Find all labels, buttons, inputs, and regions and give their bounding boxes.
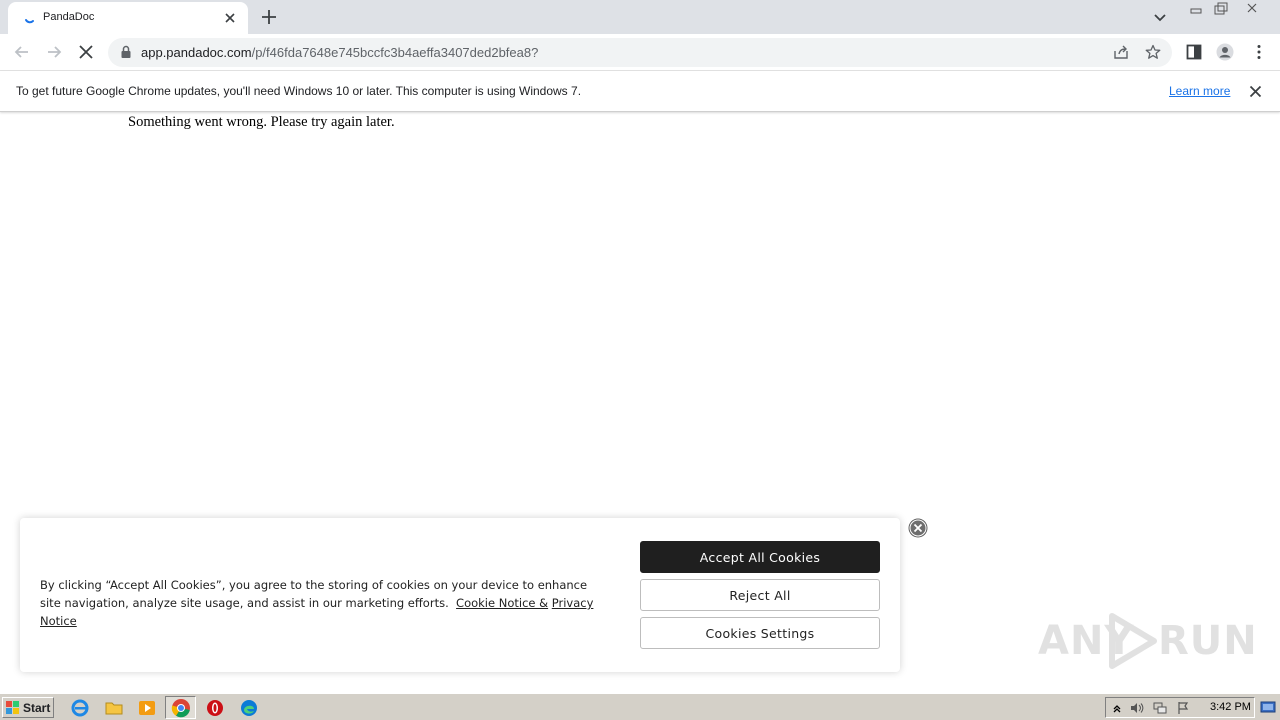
- anyrun-watermark: ANY RUN: [1038, 610, 1257, 670]
- taskbar-clock[interactable]: 3:42 PM: [1210, 701, 1251, 713]
- learn-more-link[interactable]: Learn more: [1169, 84, 1230, 98]
- minimize-icon[interactable]: [1184, 1, 1208, 17]
- loading-spinner-icon: [25, 19, 34, 24]
- action-center-flag-icon[interactable]: [1176, 701, 1190, 715]
- update-infobar: To get future Google Chrome updates, you…: [0, 71, 1280, 112]
- opera-icon[interactable]: [205, 698, 225, 718]
- tab-strip: PandaDoc: [0, 0, 1280, 34]
- lock-icon[interactable]: [120, 45, 132, 59]
- internet-explorer-icon[interactable]: [70, 698, 90, 718]
- forward-arrow-icon[interactable]: [45, 43, 63, 61]
- edge-icon[interactable]: [239, 698, 259, 718]
- cookies-settings-button[interactable]: Cookies Settings: [640, 617, 880, 649]
- restore-icon[interactable]: [1208, 1, 1232, 17]
- url-text[interactable]: app.pandadoc.com/p/f46fda7648e745bccfc3b…: [141, 45, 538, 60]
- address-bar[interactable]: app.pandadoc.com/p/f46fda7648e745bccfc3b…: [108, 38, 1172, 67]
- new-tab-icon[interactable]: [260, 8, 278, 26]
- network-icon[interactable]: [1153, 701, 1167, 715]
- accept-all-cookies-button[interactable]: Accept All Cookies: [640, 541, 880, 573]
- chrome-taskbar-button[interactable]: [165, 696, 196, 719]
- infobar-message: To get future Google Chrome updates, you…: [16, 84, 582, 98]
- show-desktop-icon[interactable]: [1260, 699, 1276, 715]
- bookmark-star-icon[interactable]: [1145, 44, 1161, 60]
- side-panel-icon[interactable]: [1185, 43, 1203, 61]
- cookie-notice-link[interactable]: Cookie Notice &: [456, 596, 548, 610]
- volume-icon[interactable]: [1130, 701, 1144, 715]
- tab-pandadoc[interactable]: PandaDoc: [8, 2, 248, 34]
- chevron-down-icon[interactable]: [1152, 9, 1168, 25]
- cookie-banner: By clicking “Accept All Cookies”, you ag…: [20, 518, 900, 672]
- system-tray: 3:42 PM: [1105, 697, 1255, 718]
- error-message: Something went wrong. Please try again l…: [128, 114, 395, 130]
- cookie-description: By clicking “Accept All Cookies”, you ag…: [40, 576, 600, 630]
- play-logo-icon: [1109, 613, 1157, 669]
- windows-logo-icon: [6, 700, 19, 714]
- cookie-close-icon[interactable]: [908, 518, 928, 538]
- url-path: /p/f46fda7648e745bccfc3b4aeffa3407ded2bf…: [251, 45, 539, 60]
- close-tab-icon[interactable]: [222, 10, 238, 26]
- start-label: Start: [23, 700, 51, 715]
- close-icon[interactable]: [1249, 85, 1262, 98]
- show-hidden-icons-icon[interactable]: [1110, 701, 1124, 715]
- url-host: app.pandadoc.com: [141, 45, 252, 60]
- tab-title: PandaDoc: [43, 11, 95, 23]
- browser-toolbar: app.pandadoc.com/p/f46fda7648e745bccfc3b…: [0, 34, 1280, 71]
- watermark-right: RUN: [1158, 618, 1258, 664]
- reject-all-button[interactable]: Reject All: [640, 579, 880, 611]
- media-player-icon[interactable]: [137, 698, 157, 718]
- profile-avatar-icon[interactable]: [1216, 43, 1234, 61]
- chrome-icon: [171, 699, 190, 718]
- file-explorer-icon[interactable]: [104, 698, 124, 718]
- window-close-icon[interactable]: [1240, 1, 1264, 17]
- menu-kebab-icon[interactable]: [1250, 43, 1268, 61]
- start-button[interactable]: Start: [2, 697, 54, 718]
- back-arrow-icon[interactable]: [13, 43, 31, 61]
- windows-taskbar: Start 3:42 PM: [0, 693, 1280, 720]
- share-icon[interactable]: [1113, 44, 1129, 60]
- stop-loading-icon[interactable]: [77, 43, 95, 61]
